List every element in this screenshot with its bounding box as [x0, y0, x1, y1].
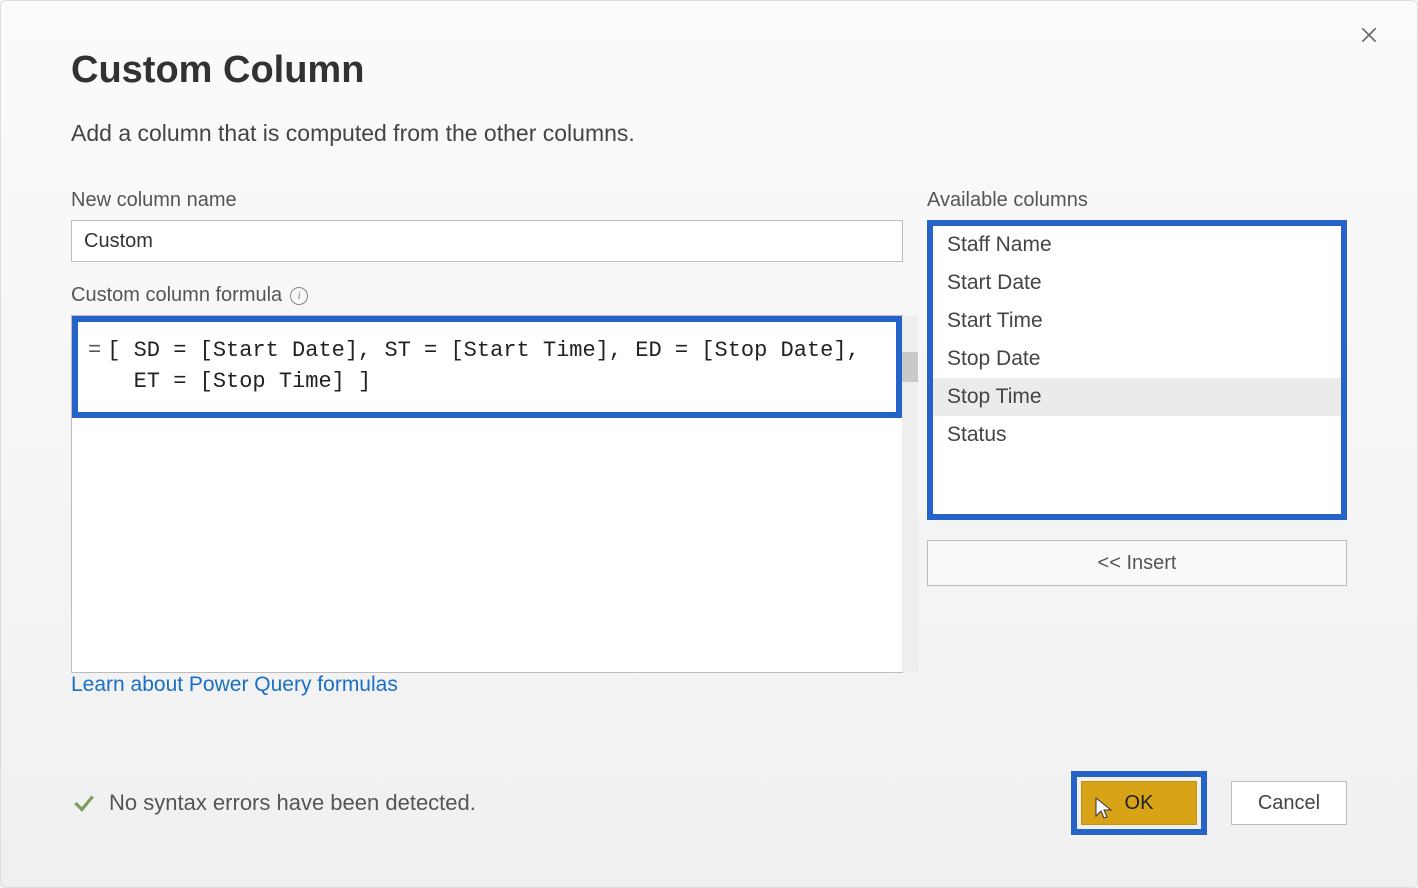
dialog-subtitle: Add a column that is computed from the o…: [71, 120, 1347, 147]
info-icon[interactable]: i: [290, 287, 308, 305]
cursor-icon: [1094, 796, 1114, 820]
ok-highlight-box: OK: [1071, 771, 1207, 835]
formula-scrollbar[interactable]: [902, 316, 918, 672]
formula-highlight-box: = [ SD = [Start Date], ST = [Start Time]…: [72, 316, 902, 418]
formula-label: Custom column formula i: [71, 284, 903, 307]
custom-column-dialog: Custom Column Add a column that is compu…: [0, 0, 1418, 888]
learn-link[interactable]: Learn about Power Query formulas: [71, 673, 398, 696]
available-column-item[interactable]: Start Date: [933, 264, 1341, 302]
available-column-item[interactable]: Status: [933, 416, 1341, 454]
ok-button-label: OK: [1125, 792, 1154, 814]
available-column-item[interactable]: Start Time: [933, 302, 1341, 340]
status-message: No syntax errors have been detected.: [109, 790, 476, 816]
formula-body[interactable]: [ SD = [Start Date], ST = [Start Time], …: [107, 336, 882, 398]
ok-button[interactable]: OK: [1081, 781, 1197, 825]
new-column-name-label: New column name: [71, 189, 903, 212]
dialog-title: Custom Column: [71, 49, 1347, 92]
available-column-item[interactable]: Stop Date: [933, 340, 1341, 378]
close-button[interactable]: [1353, 19, 1385, 51]
formula-label-text: Custom column formula: [71, 284, 282, 307]
available-columns-label: Available columns: [927, 189, 1347, 212]
new-column-name-input[interactable]: [71, 220, 903, 262]
formula-equals: =: [86, 336, 101, 398]
insert-button[interactable]: << Insert: [927, 540, 1347, 586]
formula-editor[interactable]: = [ SD = [Start Date], ST = [Start Time]…: [71, 315, 903, 673]
close-icon: [1359, 25, 1379, 45]
cancel-button[interactable]: Cancel: [1231, 781, 1347, 825]
available-columns-list[interactable]: Staff NameStart DateStart TimeStop DateS…: [927, 220, 1347, 520]
status-bar: No syntax errors have been detected.: [71, 790, 476, 816]
dialog-buttons: OK Cancel: [1071, 771, 1347, 835]
available-column-item[interactable]: Stop Time: [933, 378, 1341, 416]
check-icon: [71, 790, 97, 816]
available-column-item[interactable]: Staff Name: [933, 226, 1341, 264]
